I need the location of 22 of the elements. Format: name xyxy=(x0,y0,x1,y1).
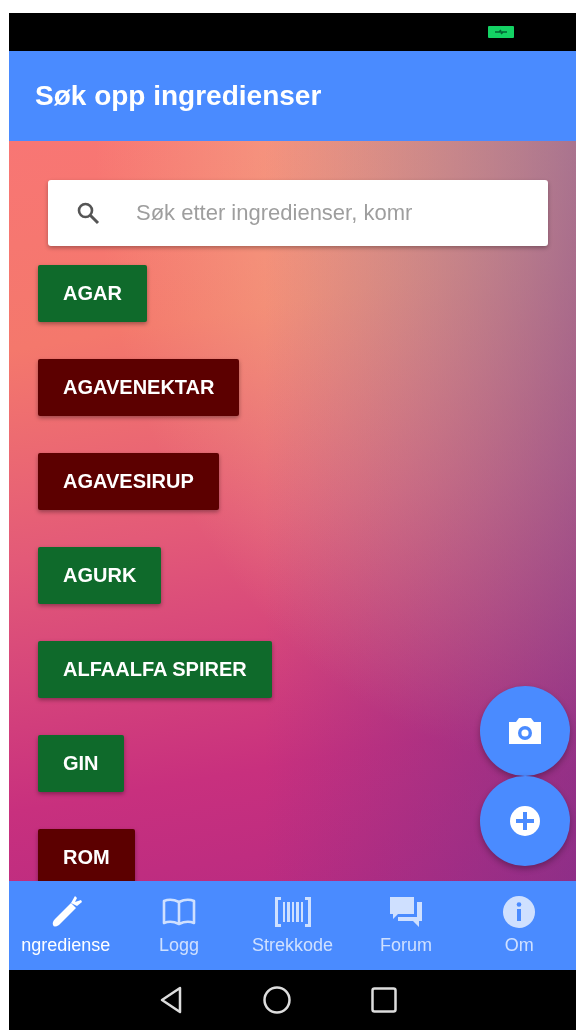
search-field[interactable]: Søk etter ingredienser, komr xyxy=(48,180,548,246)
home-icon[interactable] xyxy=(262,986,291,1014)
ingredient-button[interactable]: AGAVESIRUP xyxy=(38,453,219,510)
ingredient-button[interactable]: AGAR xyxy=(38,265,147,322)
camera-icon xyxy=(508,717,542,745)
ingredient-button[interactable]: AGURK xyxy=(38,547,162,604)
add-button[interactable] xyxy=(480,776,570,866)
chat-icon xyxy=(388,896,423,928)
info-icon xyxy=(503,896,536,928)
ingredient-button[interactable]: ROM xyxy=(38,829,135,881)
camera-button[interactable] xyxy=(480,686,570,776)
barcode-icon xyxy=(273,896,312,928)
battery-icon xyxy=(488,26,514,38)
book-icon xyxy=(162,897,197,927)
add-icon xyxy=(510,806,540,836)
app-title: Søk opp ingredienser xyxy=(35,80,322,112)
recents-icon[interactable] xyxy=(370,987,397,1013)
ingredient-button[interactable]: AGAVENEKTAR xyxy=(38,359,240,416)
search-icon xyxy=(76,201,100,225)
back-icon[interactable] xyxy=(158,986,183,1014)
ingredient-button[interactable]: ALFAALFA SPIRER xyxy=(38,641,272,698)
ingredient-button[interactable]: GIN xyxy=(38,735,124,792)
